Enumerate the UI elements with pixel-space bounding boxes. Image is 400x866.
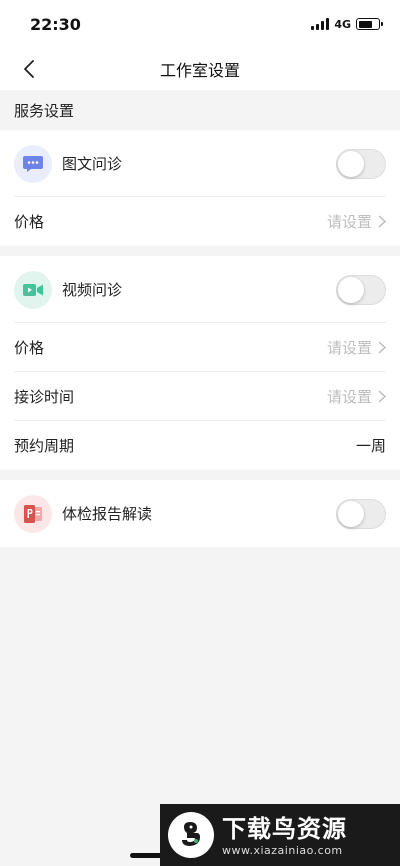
text-consult-label: 图文问诊 [62,155,123,173]
consult-time-label: 接诊时间 [14,388,75,406]
battery-icon [356,18,383,30]
price-value-text: 请设置 [326,213,372,231]
watermark-url: www.xiazainiao.com [222,843,343,857]
text-consult-row: 图文问诊 [0,130,400,197]
chevron-left-icon [24,60,34,78]
chat-bubble-icon [14,144,52,183]
price-label: 价格 [14,213,45,231]
video-consult-cycle-row[interactable]: 预约周期 一周 [0,421,400,470]
battery-fill [358,20,372,28]
price-value-text: 请设置 [326,339,372,357]
toggle-knob [338,500,364,527]
price-value: 请设置 [327,337,386,358]
video-consult-price-row[interactable]: 价格 请设置 [0,323,400,372]
section-header: 服务设置 [0,90,400,130]
watermark-banner: 下载鸟资源 www.xiazainiao.com [160,804,400,866]
text-consult-toggle[interactable] [336,148,386,179]
video-consult-label: 视频问诊 [62,281,123,299]
price-value: 请设置 [327,211,386,232]
group-gap [0,470,400,480]
status-indicators: 4G [311,17,383,31]
consult-time-value: 请设置 [327,386,386,407]
watermark-title: 下载鸟资源 [222,814,347,843]
chevron-right-icon [378,390,386,403]
status-bar: 22:30 4G [0,0,400,48]
chevron-right-icon [378,341,386,354]
report-read-row: 体检报告解读 [0,480,400,547]
home-indicator [130,853,162,858]
text-consult-price-row[interactable]: 价格 请设置 [0,197,400,246]
video-consult-row: 视频问诊 [0,256,400,323]
group-gap [0,246,400,256]
price-label: 价格 [14,339,45,357]
video-camera-icon [14,270,52,309]
signal-icon [311,18,330,30]
chevron-right-icon [378,215,386,228]
report-read-toggle[interactable] [336,498,386,529]
back-button[interactable] [14,48,44,90]
booking-cycle-value: 一周 [355,437,386,455]
toggle-knob [338,276,364,303]
report-read-label: 体检报告解读 [62,505,153,523]
consult-time-value-text: 请设置 [326,388,372,406]
status-time: 22:30 [30,14,81,34]
text-consult-group: 图文问诊 价格 请设置 [0,130,400,246]
report-document-icon [14,494,52,533]
report-read-group: 体检报告解读 [0,480,400,547]
bird-logo-icon [168,812,214,858]
video-consult-time-row[interactable]: 接诊时间 请设置 [0,372,400,421]
video-consult-toggle[interactable] [336,274,386,305]
page-title: 工作室设置 [159,61,240,80]
booking-cycle-label: 预约周期 [14,437,75,455]
watermark-text: 下载鸟资源 www.xiazainiao.com [222,814,347,857]
toggle-knob [338,150,364,177]
nav-bar: 工作室设置 [0,48,400,90]
network-type: 4G [334,17,351,31]
video-consult-group: 视频问诊 价格 请设置 接诊时间 请设置 预约周期 一周 [0,256,400,470]
